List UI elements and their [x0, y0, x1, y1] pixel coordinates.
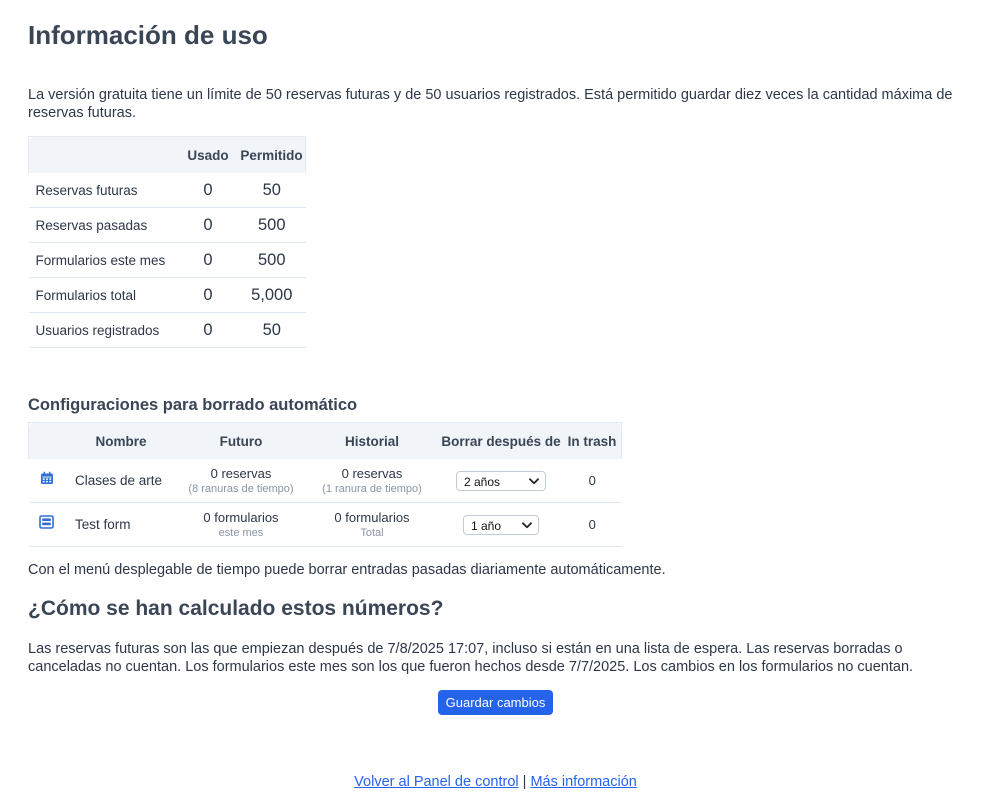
row-future-main: 0 formularios: [203, 509, 279, 525]
row-history: 0 formularios Total: [305, 502, 439, 547]
autodelete-header-in-trash: In trash: [563, 422, 622, 459]
autodelete-header-icon: [28, 422, 65, 459]
footer-separator: |: [522, 774, 527, 790]
back-to-dashboard-link[interactable]: Volver al Panel de control: [354, 774, 518, 790]
usage-row-allowed: 50: [238, 312, 306, 348]
autodelete-row-test-form: Test form 0 formularios este mes 0 formu…: [28, 502, 622, 547]
row-in-trash: 0: [563, 459, 622, 503]
autodelete-note: Con el menú desplegable de tiempo puede …: [28, 562, 666, 578]
usage-row-future-bookings: Reservas futuras 0 50: [28, 173, 306, 208]
delete-after-select[interactable]: 2 años: [456, 470, 546, 491]
more-info-link[interactable]: Más información: [530, 774, 636, 790]
usage-header-label: [28, 136, 178, 173]
autodelete-header-name: Nombre: [65, 422, 177, 459]
row-future-sub: este mes: [218, 526, 264, 539]
autodelete-row-art-classes: Clases de arte 0 reservas (8 ranuras de …: [28, 459, 622, 503]
usage-row-registered-users: Usuarios registrados 0 50: [28, 312, 306, 348]
usage-row-label: Formularios este mes: [28, 242, 178, 278]
intro-text: La versión gratuita tiene un límite de 5…: [28, 87, 953, 121]
footer-links: Volver al Panel de control | Más informa…: [28, 774, 963, 790]
autodelete-header-delete-after: Borrar después de: [439, 422, 563, 459]
row-icon-cell: [28, 502, 65, 547]
row-history-sub: Total: [360, 526, 384, 539]
chevron-down-icon: [529, 477, 539, 484]
autodelete-header-future: Futuro: [177, 422, 305, 459]
row-name: Test form: [65, 502, 177, 547]
delete-after-select[interactable]: 1 año: [463, 514, 539, 535]
autodelete-header-history: Historial: [305, 422, 439, 459]
usage-row-used: 0: [178, 277, 238, 313]
autodelete-table: Nombre Futuro Historial Borrar después d…: [28, 422, 622, 547]
usage-row-label: Reservas futuras: [28, 173, 178, 208]
autodelete-heading: Configuraciones para borrado automático: [28, 396, 358, 414]
usage-header-allowed: Permitido: [238, 136, 306, 173]
save-changes-button[interactable]: Guardar cambios: [438, 690, 553, 715]
usage-row-used: 0: [178, 173, 238, 208]
usage-row-past-bookings: Reservas pasadas 0 500: [28, 207, 306, 243]
row-in-trash: 0: [563, 502, 622, 547]
row-name: Clases de arte: [65, 459, 177, 503]
autodelete-header-row: Nombre Futuro Historial Borrar después d…: [28, 422, 622, 459]
chevron-down-icon: [522, 521, 532, 528]
calculation-explanation: Las reservas futuras son las que empieza…: [28, 641, 914, 675]
calculation-heading: ¿Cómo se han calculado estos números?: [28, 597, 444, 620]
delete-after-value: 1 año: [471, 518, 502, 533]
usage-row-forms-total: Formularios total 0 5,000: [28, 277, 306, 313]
usage-row-forms-month: Formularios este mes 0 500: [28, 242, 306, 278]
row-delete-after: 1 año: [439, 502, 563, 547]
usage-row-allowed: 500: [238, 207, 306, 243]
usage-header-used: Usado: [178, 136, 238, 173]
page-title: Información de uso: [28, 20, 268, 50]
row-history-sub: (1 ranura de tiempo): [322, 482, 422, 495]
row-history: 0 reservas (1 ranura de tiempo): [305, 459, 439, 503]
row-future-main: 0 reservas: [210, 465, 272, 481]
row-icon-cell: [28, 459, 65, 503]
usage-row-label: Usuarios registrados: [28, 312, 178, 348]
row-history-main: 0 formularios: [334, 509, 410, 525]
usage-row-used: 0: [178, 242, 238, 278]
delete-after-value: 2 años: [464, 474, 501, 489]
row-future-sub: (8 ranuras de tiempo): [188, 482, 294, 495]
row-future: 0 reservas (8 ranuras de tiempo): [177, 459, 305, 503]
usage-row-used: 0: [178, 207, 238, 243]
usage-table: Usado Permitido Reservas futuras 0 50 Re…: [28, 136, 306, 348]
row-delete-after: 2 años: [439, 459, 563, 503]
usage-row-used: 0: [178, 312, 238, 348]
row-future: 0 formularios este mes: [177, 502, 305, 547]
usage-row-allowed: 50: [238, 173, 306, 208]
row-history-main: 0 reservas: [341, 465, 403, 481]
usage-row-allowed: 5,000: [238, 277, 306, 313]
form-icon: [39, 515, 55, 534]
calendar-icon: [40, 471, 54, 490]
usage-row-allowed: 500: [238, 242, 306, 278]
usage-header-row: Usado Permitido: [28, 136, 306, 173]
usage-row-label: Formularios total: [28, 277, 178, 313]
usage-row-label: Reservas pasadas: [28, 207, 178, 243]
